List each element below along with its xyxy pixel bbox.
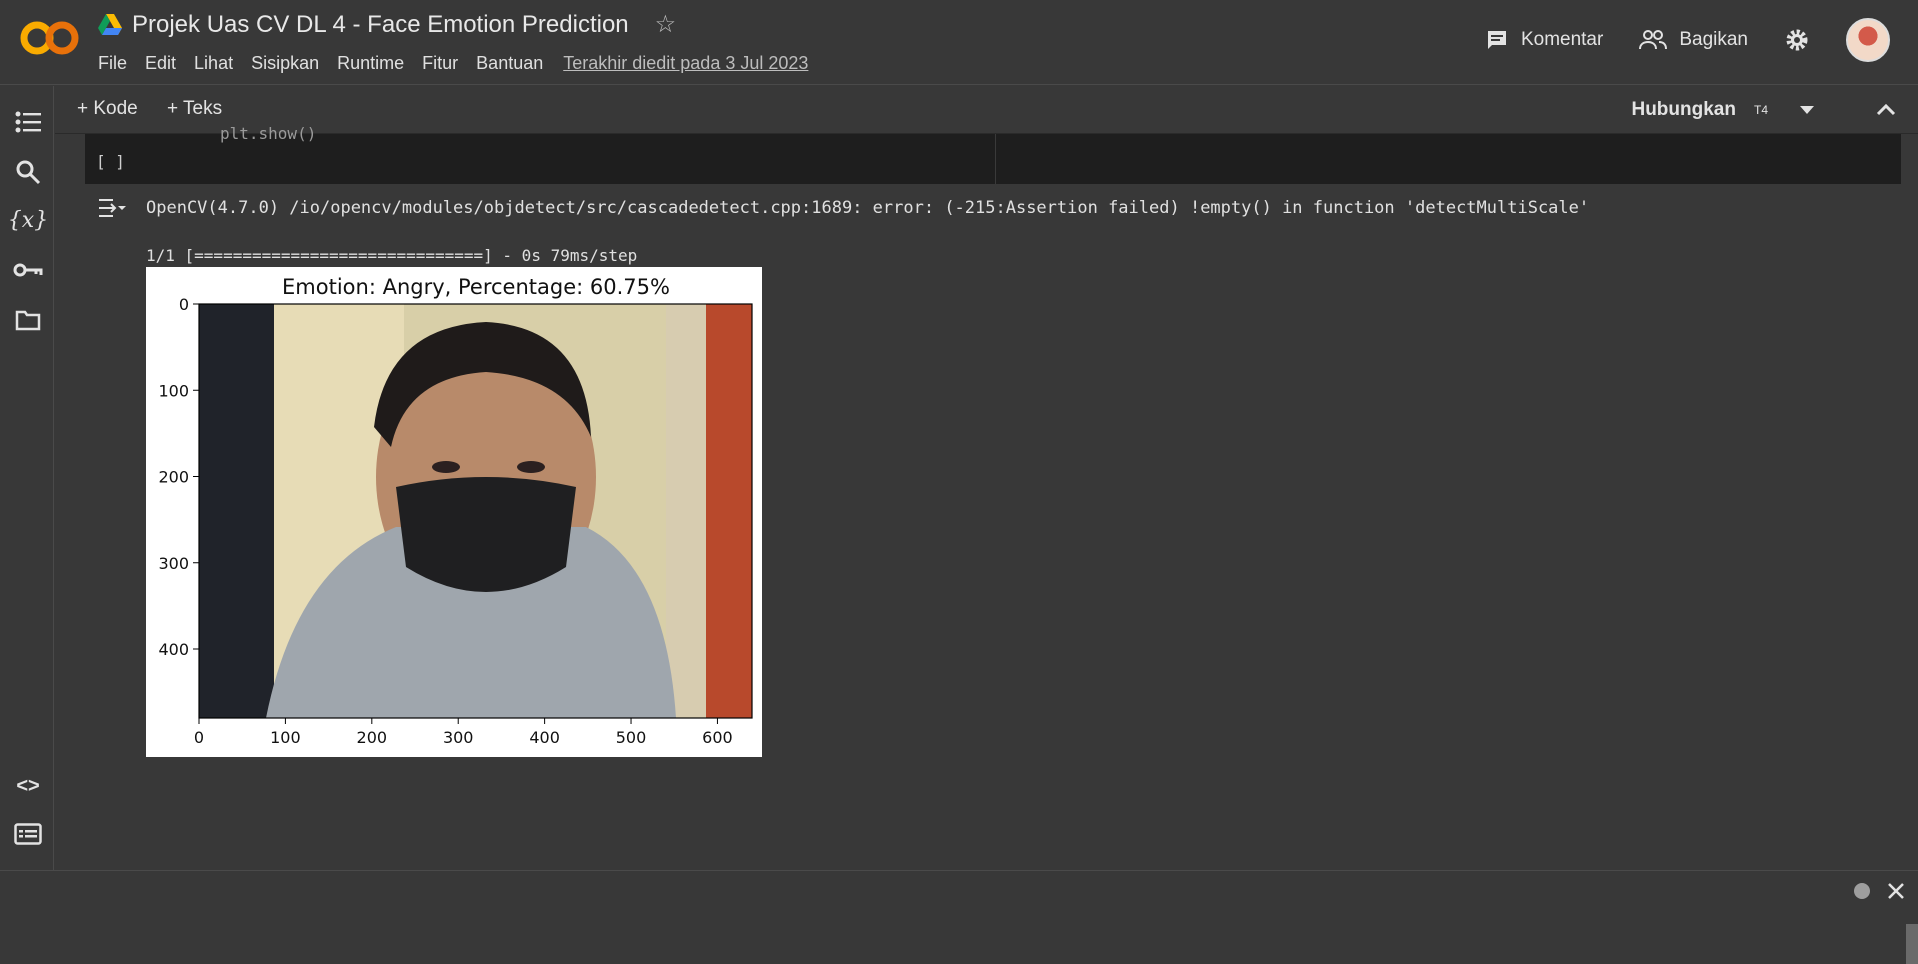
variables-icon[interactable]: {𝑥}: [8, 204, 48, 236]
menu-help[interactable]: Bantuan: [476, 53, 543, 74]
code-snippets-icon[interactable]: <>: [12, 770, 44, 802]
notebook-toolbar: + Kode + Teks Hubungkan T4: [55, 86, 1918, 134]
menu-file[interactable]: File: [98, 53, 127, 74]
cell-divider: [995, 134, 996, 184]
cell-run-indicator[interactable]: [ ]: [96, 152, 125, 171]
plot-title: Emotion: Angry, Percentage: 60.75%: [282, 275, 670, 299]
notebook-main: plt.show() [ ] OpenCV(4.7.0) /io/opencv/…: [55, 124, 1918, 964]
x-axis: 0 100 200 300 400 500 600: [194, 718, 733, 747]
folder-icon[interactable]: [12, 304, 44, 336]
add-code-button[interactable]: + Kode: [77, 98, 138, 120]
header-bar: Projek Uas CV DL 4 - Face Emotion Predic…: [0, 0, 1918, 85]
x-tick-label: 600: [702, 728, 733, 747]
y-tick-label: 400: [158, 640, 189, 659]
y-tick-label: 200: [158, 468, 189, 487]
share-button[interactable]: Bagikan: [1639, 29, 1748, 51]
x-tick-label: 200: [357, 728, 388, 747]
y-axis: 0 100 200 300 400: [158, 295, 199, 659]
x-tick-label: 100: [270, 728, 301, 747]
y-tick-label: 300: [158, 554, 189, 573]
status-dot-icon: [1854, 883, 1870, 899]
runtime-type-label: T4: [1753, 103, 1768, 117]
x-tick-label: 0: [194, 728, 204, 747]
command-palette-icon[interactable]: [12, 818, 44, 850]
x-tick-label: 300: [443, 728, 474, 747]
people-icon: [1639, 30, 1668, 50]
add-text-button[interactable]: + Teks: [167, 98, 222, 120]
menu-runtime[interactable]: Runtime: [337, 53, 404, 74]
close-icon[interactable]: [1886, 881, 1906, 901]
notebook-title[interactable]: Projek Uas CV DL 4 - Face Emotion Predic…: [132, 11, 629, 39]
menu-insert[interactable]: Sisipkan: [251, 53, 319, 74]
code-cell[interactable]: plt.show() [ ]: [85, 124, 1901, 184]
output-actions-icon[interactable]: [97, 196, 127, 220]
menu-view[interactable]: Lihat: [194, 53, 233, 74]
cell-code-line[interactable]: plt.show(): [220, 124, 316, 143]
menu-bar: File Edit Lihat Sisipkan Runtime Fitur B…: [98, 53, 808, 74]
x-tick-label: 500: [616, 728, 647, 747]
output-progress-text: 1/1 [==============================] - 0…: [146, 246, 638, 265]
emotion-plot: Emotion: Angry, Percentage: 60.75% 0 100 2…: [146, 267, 762, 757]
left-sidebar: {𝑥} <>: [0, 86, 54, 897]
comment-button[interactable]: Komentar: [1485, 28, 1603, 52]
user-avatar[interactable]: [1846, 18, 1890, 62]
scrollbar-thumb[interactable]: [1906, 924, 1918, 964]
menu-tools[interactable]: Fitur: [422, 53, 458, 74]
settings-gear-icon[interactable]: [1784, 27, 1810, 53]
connect-label: Hubungkan: [1631, 99, 1736, 120]
output-error-text: OpenCV(4.7.0) /io/opencv/modules/objdete…: [146, 198, 1590, 218]
colab-logo[interactable]: [18, 18, 80, 58]
chevron-down-icon[interactable]: [1798, 104, 1816, 116]
face-image: [199, 304, 752, 718]
x-tick-label: 400: [529, 728, 560, 747]
comment-icon: [1487, 31, 1506, 49]
star-icon[interactable]: ☆: [655, 10, 677, 39]
status-bar: [0, 870, 1918, 910]
key-icon[interactable]: [12, 254, 44, 286]
connect-button[interactable]: Hubungkan T4: [1631, 99, 1816, 121]
last-edited-link[interactable]: Terakhir diedit pada 3 Jul 2023: [563, 53, 808, 74]
menu-edit[interactable]: Edit: [145, 53, 176, 74]
share-label: Bagikan: [1679, 29, 1748, 50]
y-tick-label: 0: [179, 295, 189, 314]
search-icon[interactable]: [12, 156, 44, 188]
comment-label: Komentar: [1520, 29, 1604, 50]
drive-icon[interactable]: [98, 13, 122, 36]
y-tick-label: 100: [158, 381, 189, 400]
collapse-chevron-up-icon[interactable]: [1876, 102, 1896, 116]
toc-icon[interactable]: [12, 106, 44, 138]
